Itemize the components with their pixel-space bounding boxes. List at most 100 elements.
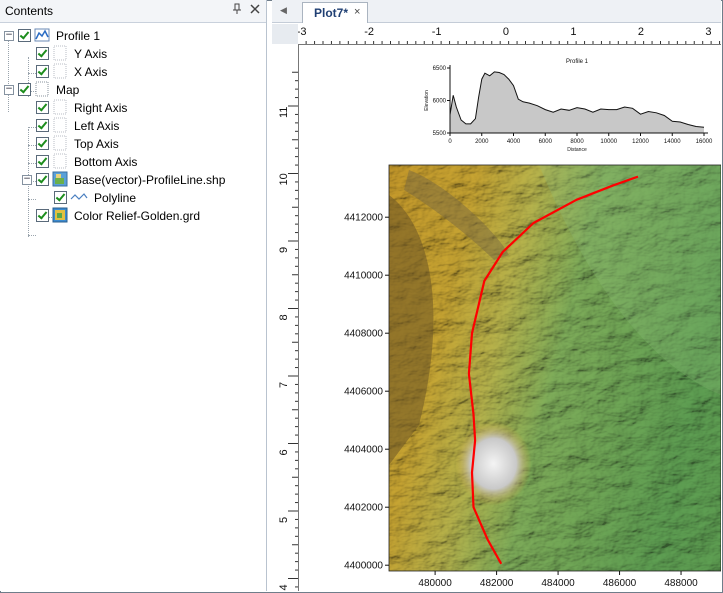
tree-item-label: Bottom Axis [74,155,138,169]
y-tick-label: 6000 [433,99,447,105]
y-tick-label: 6500 [433,66,447,72]
visibility-checkbox[interactable] [18,29,31,42]
bottom-axis-label: 486000 [603,578,637,589]
close-icon[interactable] [248,3,262,17]
plot-canvas[interactable]: 0 2000 4000 6000 8000 10000 12000 14000 16000 550… [299,45,721,591]
tree-item-label: Color Relief-Golden.grd [74,209,201,223]
visibility-checkbox[interactable] [36,65,49,78]
ruler-label: 5 [278,517,290,523]
axis-icon [52,63,68,79]
collapse-toggle-icon[interactable]: − [4,85,14,95]
contents-title: Contents [5,4,54,18]
axis-icon [52,135,68,151]
visibility-checkbox[interactable] [36,173,49,186]
visibility-checkbox[interactable] [54,191,67,204]
profile-xlabel: Distance [567,147,587,153]
x-tick-label: 10000 [600,139,617,145]
tree-item-base-vector-profileline-shp[interactable]: − Base(vector)-ProfileLine.shp [0,171,266,189]
visibility-checkbox[interactable] [36,101,49,114]
relief-image [389,165,721,571]
left-axis-label: 4408000 [344,329,383,340]
collapse-toggle-icon[interactable]: − [22,175,32,185]
tree-item-top-axis[interactable]: Top Axis [0,135,266,153]
map-frame-icon [34,81,50,97]
profile-chart-icon [34,27,50,43]
color-relief-icon [52,207,68,223]
tree-item-label: Base(vector)-ProfileLine.shp [74,173,226,187]
x-tick-label: 16000 [696,139,713,145]
ruler-label: 11 [278,107,290,118]
tree-item-x-axis[interactable]: X Axis [0,63,266,81]
ruler-corner [272,24,299,45]
ruler-label: 9 [278,247,290,253]
ruler-label: 0 [503,26,509,38]
tree-item-polyline[interactable]: Polyline [0,189,266,207]
x-tick-label: 8000 [570,139,584,145]
tree-item-label: Right Axis [74,101,128,115]
tab-label: Plot7* [314,6,349,20]
axis-icon [52,99,68,115]
tab-close-icon[interactable]: × [354,6,360,18]
tree-item-color-relief-golden-grd[interactable]: Color Relief-Golden.grd [0,207,266,225]
left-axis-label: 4412000 [344,213,383,224]
ruler-label: 4 [278,584,290,590]
bottom-axis-label: 480000 [418,578,452,589]
ruler-label: 3 [705,26,711,38]
x-tick-label: 0 [448,139,452,145]
tree-item-bottom-axis[interactable]: Bottom Axis [0,153,266,171]
visibility-checkbox[interactable] [36,209,49,222]
ruler-label: 1 [570,26,576,38]
axis-icon [52,117,68,133]
left-axis-label: 4410000 [344,271,383,282]
x-tick-label: 12000 [632,139,649,145]
tree-item-label: Top Axis [74,137,119,151]
profile-title: Profile 1 [566,59,589,65]
tree-item-label: Left Axis [74,119,120,133]
visibility-checkbox[interactable] [18,83,31,96]
bottom-axis-label: 484000 [541,578,575,589]
profile-ylabel: Elevation [424,90,430,111]
ruler-label: 6 [278,449,290,455]
tree-connector [28,235,36,236]
axis-icon [52,153,68,169]
ruler-label: 10 [278,173,290,185]
left-axis-label: 4404000 [344,445,383,456]
contents-panel: Contents − Profile 1 Y Axis X Axis − Map Right… [0,0,267,591]
left-axis-label: 4400000 [344,561,383,572]
left-axis-label: 4406000 [344,387,383,398]
x-tick-label: 4000 [507,139,521,145]
color-relief-map[interactable]: 480000 482000 484000 486000 488000 4400000 440… [299,161,721,591]
collapse-toggle-icon[interactable]: − [4,31,14,41]
profile-area [450,71,704,133]
tree-item-profile-1[interactable]: − Profile 1 [0,27,266,45]
visibility-checkbox[interactable] [36,119,49,132]
tree-item-right-axis[interactable]: Right Axis [0,99,266,117]
bottom-axis-label: 488000 [664,578,698,589]
tree-item-label: Polyline [94,191,137,205]
document-tabstrip: ◀ Plot7* × [272,0,721,23]
plot-document: ◀ Plot7* × -3 -2 -1 0 1 2 3 11 10 9 8 7 6 5 4 0 2000 40… [272,0,721,591]
tab-scroll-left-icon[interactable]: ◀ [280,5,287,16]
ruler-label: 2 [638,26,644,38]
x-tick-label: 2000 [475,139,489,145]
ruler-label: -1 [432,26,442,38]
visibility-checkbox[interactable] [36,155,49,168]
ruler-label: -2 [364,26,374,38]
axis-icon [52,45,68,61]
visibility-checkbox[interactable] [36,47,49,60]
ruler-label: 8 [278,314,290,320]
object-tree: − Profile 1 Y Axis X Axis − Map Right Axis Left… [0,24,266,584]
y-tick-label: 5500 [433,131,447,137]
tab-plot7[interactable]: Plot7* × [302,2,368,23]
tree-item-y-axis[interactable]: Y Axis [0,45,266,63]
polyline-icon [70,189,88,205]
visibility-checkbox[interactable] [36,137,49,150]
pin-icon[interactable] [230,3,244,17]
profile-chart[interactable]: 0 2000 4000 6000 8000 10000 12000 14000 16000 550… [299,45,721,165]
tree-item-left-axis[interactable]: Left Axis [0,117,266,135]
vertical-ruler: 11 10 9 8 7 6 5 4 [272,44,299,591]
tree-item-label: Map [56,83,80,97]
tree-item-map[interactable]: − Map [0,81,266,99]
tree-item-label: Y Axis [74,47,108,61]
tree-item-label: X Axis [74,65,108,79]
